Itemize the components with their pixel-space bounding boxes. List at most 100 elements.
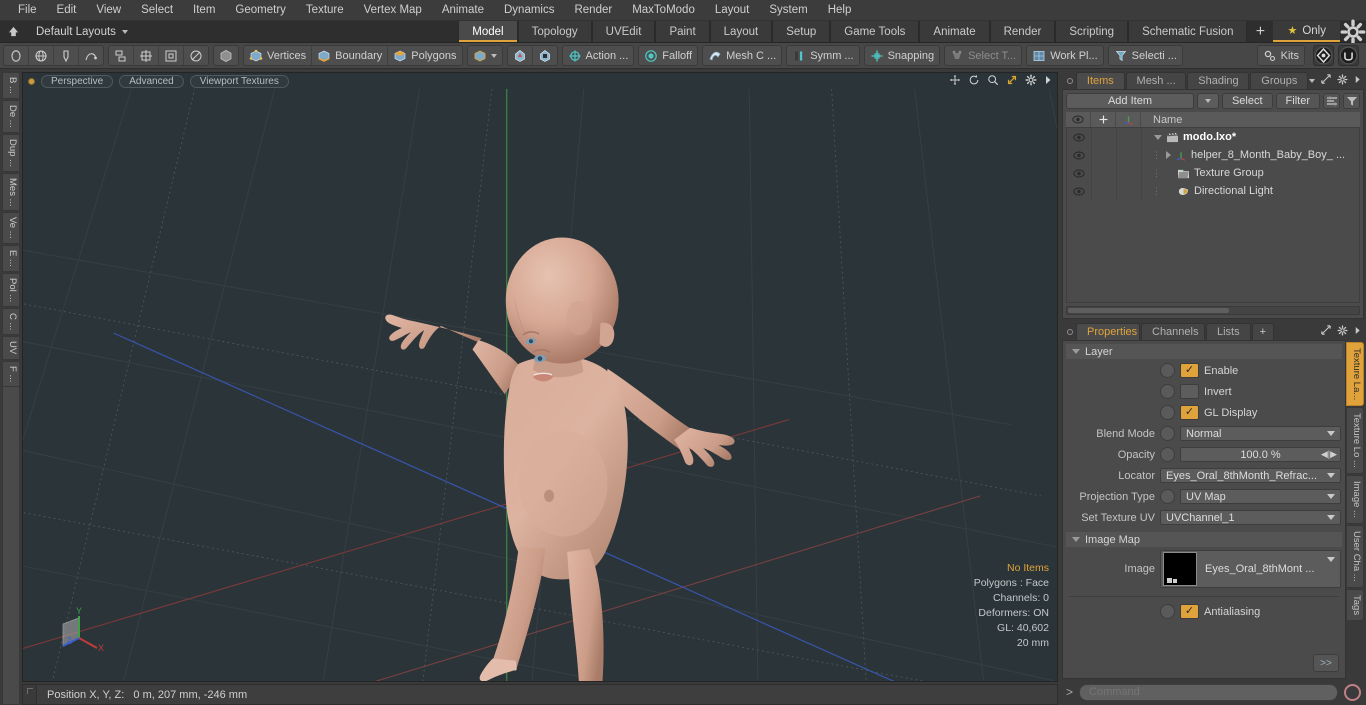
left-tab-vertex[interactable]: Ve ... xyxy=(2,212,20,244)
selection-set-button[interactable]: Selecti ... xyxy=(1109,46,1182,65)
expand-icon[interactable] xyxy=(1321,74,1331,87)
menu-item-animate[interactable]: Animate xyxy=(432,1,494,19)
invert-checkbox[interactable] xyxy=(1180,384,1199,399)
symmetry-button[interactable]: Symm ... xyxy=(787,46,858,65)
tab-scripting[interactable]: Scripting xyxy=(1055,21,1129,42)
home-up-icon[interactable] xyxy=(0,21,26,42)
left-tab-uv[interactable]: UV xyxy=(2,336,20,360)
menu-item-file[interactable]: File xyxy=(8,1,47,19)
falloff-button[interactable]: Falloff xyxy=(639,46,697,65)
tab-shading[interactable]: Shading xyxy=(1187,72,1250,89)
mesh-constraint-button[interactable]: Mesh C ... xyxy=(703,46,781,65)
items-tree[interactable]: modo.lxo* ⋮ helper_8_Month_Baby_Boy_ ... xyxy=(1066,128,1360,303)
tab-uvedit[interactable]: UVEdit xyxy=(591,21,656,42)
circle-icon[interactable] xyxy=(4,46,29,65)
rotate-icon[interactable] xyxy=(968,74,980,89)
gear-icon[interactable] xyxy=(1337,73,1348,88)
right-tab-texture-layers[interactable]: Texture La... xyxy=(1346,342,1364,407)
viewport-shading-dropdown[interactable]: Advanced xyxy=(119,74,184,88)
fit-icon[interactable] xyxy=(1006,74,1018,89)
tab-properties[interactable]: Properties xyxy=(1076,323,1140,340)
table-row[interactable]: ⋮ Texture Group xyxy=(1067,164,1359,182)
row-visibility-toggle[interactable] xyxy=(1067,146,1092,164)
expand-icon[interactable] xyxy=(1321,325,1331,338)
mode-polygons-button[interactable]: Polygons xyxy=(388,46,461,65)
gear-icon[interactable] xyxy=(1337,324,1348,339)
menu-item-vertex-map[interactable]: Vertex Map xyxy=(354,1,432,19)
tab-animate[interactable]: Animate xyxy=(919,21,990,42)
pan-icon[interactable] xyxy=(949,74,961,89)
viewport-projection-dropdown[interactable]: Perspective xyxy=(41,74,114,88)
tab-channels[interactable]: Channels xyxy=(1141,323,1205,340)
mirror-icon[interactable] xyxy=(109,46,134,65)
row-label-cell[interactable]: modo.lxo* xyxy=(1142,131,1236,143)
ellipse-icon[interactable] xyxy=(184,46,208,65)
chevron-right-icon[interactable] xyxy=(1044,75,1052,88)
viewport-state-dot[interactable] xyxy=(28,77,35,85)
mode-vertices-button[interactable]: Vertices xyxy=(244,46,313,65)
left-tab-curve[interactable]: C ... xyxy=(2,307,20,336)
enable-checkbox[interactable]: ✓ xyxy=(1180,363,1199,378)
left-tab-duplicate[interactable]: Dup ... xyxy=(2,133,20,172)
chevron-right-icon[interactable] xyxy=(1354,75,1361,87)
locator-dropdown[interactable]: Eyes_Oral_8thMonth_Refrac... xyxy=(1160,468,1341,483)
section-layer-header[interactable]: Layer xyxy=(1066,344,1342,359)
material-b-icon[interactable] xyxy=(533,46,557,65)
projection-type-dropdown[interactable]: UV Map xyxy=(1180,489,1341,504)
cube-dropdown-icon[interactable] xyxy=(468,46,502,65)
only-toggle-button[interactable]: ★ Only xyxy=(1273,21,1340,42)
select-button[interactable]: Select xyxy=(1221,93,1273,109)
menu-item-layout[interactable]: Layout xyxy=(705,1,760,19)
tab-groups[interactable]: Groups xyxy=(1250,72,1308,89)
tab-render[interactable]: Render xyxy=(989,21,1056,42)
left-tab-fusion[interactable]: F ... xyxy=(2,360,20,387)
square-icon[interactable] xyxy=(159,46,184,65)
row-visibility-toggle[interactable] xyxy=(1067,164,1092,182)
command-input[interactable] xyxy=(1079,683,1338,701)
menu-item-edit[interactable]: Edit xyxy=(47,1,87,19)
add-properties-tab-button[interactable]: + xyxy=(1251,323,1275,340)
projection-type-knob[interactable] xyxy=(1160,489,1175,504)
zoom-icon[interactable] xyxy=(987,74,999,89)
menu-item-system[interactable]: System xyxy=(759,1,817,19)
menu-item-help[interactable]: Help xyxy=(818,1,862,19)
left-tab-basic[interactable]: B ... xyxy=(2,72,20,99)
pen-icon[interactable] xyxy=(54,46,79,65)
row-visibility-toggle[interactable] xyxy=(1067,128,1092,146)
gl-display-knob[interactable] xyxy=(1160,405,1175,420)
add-layout-tab-button[interactable]: + xyxy=(1247,21,1274,42)
table-row[interactable]: ⋮ Directional Light xyxy=(1067,182,1359,200)
snapping-button[interactable]: Snapping xyxy=(865,46,940,65)
row-label-cell[interactable]: ⋮ Texture Group xyxy=(1142,167,1264,179)
right-tab-user-channels[interactable]: User Cha ... xyxy=(1346,525,1364,588)
list-options-icon[interactable] xyxy=(1323,93,1340,109)
enable-knob[interactable] xyxy=(1160,363,1175,378)
row-label-cell[interactable]: ⋮ Directional Light xyxy=(1142,185,1273,197)
left-tab-deform[interactable]: De ... xyxy=(2,99,20,133)
mode-boundary-button[interactable]: Boundary xyxy=(312,46,389,65)
opacity-stepper[interactable]: ◀|▶ xyxy=(1321,449,1337,460)
gl-display-checkbox[interactable]: ✓ xyxy=(1180,405,1199,420)
gear-icon[interactable] xyxy=(1025,73,1037,89)
tab-topology[interactable]: Topology xyxy=(517,21,592,42)
record-icon[interactable] xyxy=(1344,683,1361,701)
unreal-badge-icon[interactable] xyxy=(1338,45,1359,66)
section-image-map-header[interactable]: Image Map xyxy=(1066,532,1342,547)
table-row[interactable]: modo.lxo* xyxy=(1067,128,1359,146)
opacity-knob[interactable] xyxy=(1160,447,1175,462)
tab-mesh-ops[interactable]: Mesh ... xyxy=(1125,72,1187,89)
kits-button[interactable]: Kits xyxy=(1258,46,1304,65)
gear-icon[interactable] xyxy=(1340,19,1366,44)
menu-item-maxtomodo[interactable]: MaxToModo xyxy=(622,1,705,19)
curve-icon[interactable] xyxy=(79,46,103,65)
menu-item-geometry[interactable]: Geometry xyxy=(225,1,296,19)
panel-menu-dot-icon[interactable] xyxy=(1064,72,1076,89)
menu-item-item[interactable]: Item xyxy=(183,1,225,19)
left-tab-mesh[interactable]: Mes ... xyxy=(2,172,20,212)
menu-item-view[interactable]: View xyxy=(86,1,131,19)
invert-knob[interactable] xyxy=(1160,384,1175,399)
row-visibility-toggle[interactable] xyxy=(1067,182,1092,200)
left-tab-edge[interactable]: E ... xyxy=(2,244,20,272)
viewport-3d[interactable]: Y X Z No Items Polygons : Face Channels:… xyxy=(22,89,1058,682)
chevron-down-icon[interactable] xyxy=(1154,134,1162,140)
